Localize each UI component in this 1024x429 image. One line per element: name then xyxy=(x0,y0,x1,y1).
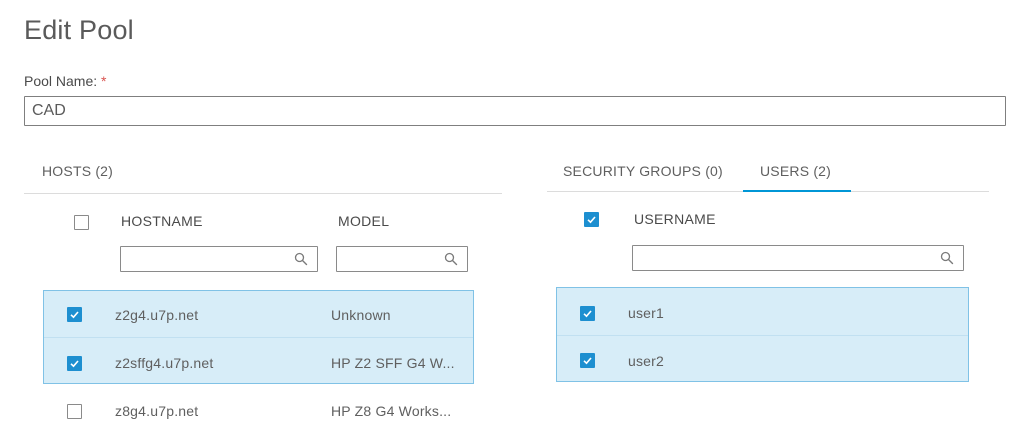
user-row-checkbox[interactable] xyxy=(580,306,595,321)
model-search-box xyxy=(336,246,468,272)
row-separator xyxy=(557,335,968,336)
tab-security-groups[interactable]: SECURITY GROUPS (0) xyxy=(563,163,723,179)
host-hostname: z2g4.u7p.net xyxy=(115,307,199,323)
checkmark-icon xyxy=(583,357,592,365)
username-search-input[interactable] xyxy=(633,246,963,270)
username-column-header[interactable]: USERNAME xyxy=(634,211,716,227)
host-model: Unknown xyxy=(331,307,391,323)
page-title: Edit Pool xyxy=(24,15,134,45)
checkmark-icon xyxy=(587,216,596,224)
tab-hosts[interactable]: HOSTS (2) xyxy=(42,163,113,179)
host-row-checkbox[interactable] xyxy=(67,356,82,371)
user-username: user1 xyxy=(628,305,665,321)
user-row-checkbox[interactable] xyxy=(580,353,595,368)
pool-name-label-text: Pool Name: xyxy=(24,73,98,89)
hosts-tab-divider xyxy=(24,193,502,194)
search-icon[interactable] xyxy=(294,252,308,266)
pool-name-input[interactable] xyxy=(24,96,1006,126)
user-username: user2 xyxy=(628,353,665,369)
pool-name-label: Pool Name: * xyxy=(24,73,107,89)
username-search-box xyxy=(632,245,964,271)
host-hostname: z2sffg4.u7p.net xyxy=(115,355,214,371)
users-select-all-checkbox[interactable] xyxy=(584,212,599,227)
checkmark-icon xyxy=(70,360,79,368)
checkmark-icon xyxy=(583,310,592,318)
required-asterisk: * xyxy=(101,73,107,89)
active-tab-indicator xyxy=(743,190,851,192)
model-column-header[interactable]: MODEL xyxy=(338,213,389,229)
hostname-column-header[interactable]: HOSTNAME xyxy=(121,213,203,229)
edit-pool-page: Edit Pool Pool Name: * HOSTS (2) HOSTNAM… xyxy=(0,0,1024,429)
host-model: HP Z2 SFF G4 W... xyxy=(331,355,455,371)
host-row-checkbox[interactable] xyxy=(67,307,82,322)
host-hostname: z8g4.u7p.net xyxy=(115,403,199,419)
search-icon[interactable] xyxy=(940,251,954,265)
tab-users[interactable]: USERS (2) xyxy=(760,163,831,179)
checkmark-icon xyxy=(70,311,79,319)
hostname-search-box xyxy=(120,246,318,272)
host-model: HP Z8 G4 Works... xyxy=(331,403,452,419)
hosts-select-all-checkbox[interactable] xyxy=(74,215,89,230)
row-separator xyxy=(44,337,473,338)
search-icon[interactable] xyxy=(444,252,458,266)
host-row-checkbox[interactable] xyxy=(67,404,82,419)
hostname-search-input[interactable] xyxy=(121,247,317,271)
